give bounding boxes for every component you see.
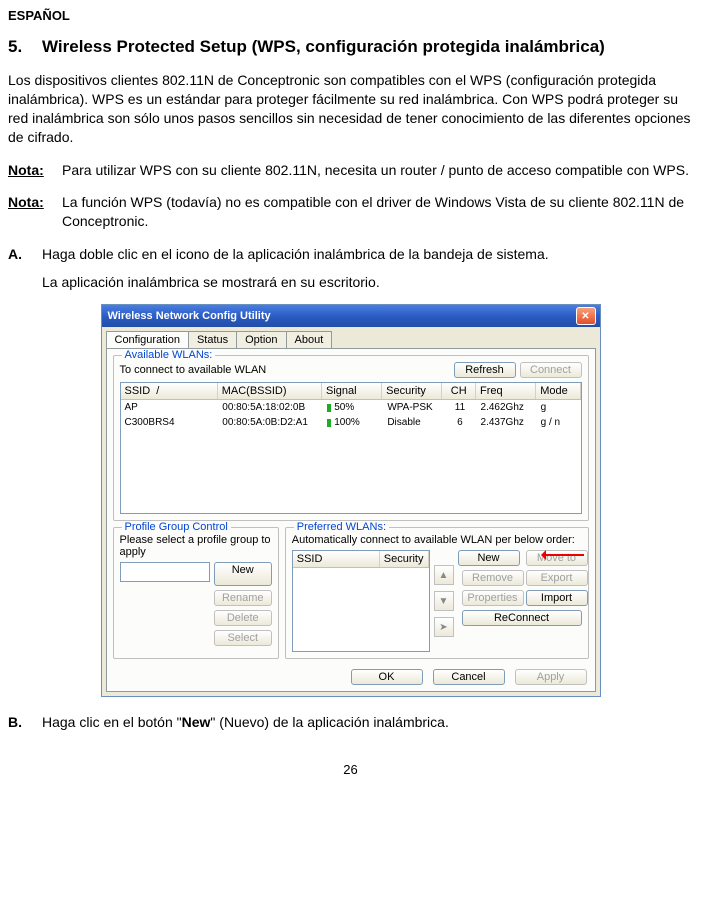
profile-rename-button[interactable]: Rename [214, 590, 272, 606]
tab-about[interactable]: About [286, 331, 333, 348]
step-a-label: A. [8, 245, 42, 264]
profile-delete-button[interactable]: Delete [214, 610, 272, 626]
cell-security: WPA-PSK [383, 401, 443, 414]
pref-col-security[interactable]: Security [380, 551, 429, 567]
close-icon[interactable]: ✕ [576, 307, 596, 325]
cell-signal: 50% [323, 401, 383, 414]
available-wlans-group: Available WLANs: To connect to available… [113, 355, 589, 521]
note-2: Nota: La función WPS (todavía) no es com… [8, 193, 693, 231]
cell-mac: 00:80:5A:0B:D2:A1 [218, 416, 323, 429]
cell-security: Disable [383, 416, 443, 429]
cancel-button[interactable]: Cancel [433, 669, 505, 685]
cell-ssid: C300BRS4 [121, 416, 219, 429]
tab-bar: Configuration Status Option About [102, 327, 600, 348]
step-b: B. Haga clic en el botón "New" (Nuevo) d… [8, 713, 693, 732]
cell-mac: 00:80:5A:18:02:0B [218, 401, 323, 414]
intro-paragraph: Los dispositivos clientes 802.11N de Con… [8, 71, 693, 147]
highlight-arrow-icon [544, 554, 584, 556]
available-wlans-legend: Available WLANs: [122, 349, 216, 361]
table-row[interactable]: AP 00:80:5A:18:02:0B 50% WPA-PSK 11 2.46… [121, 400, 581, 415]
note-label: Nota: [8, 161, 62, 180]
note-2-text: La función WPS (todavía) no es compatibl… [62, 193, 693, 231]
page-number: 26 [8, 762, 693, 777]
language-label: ESPAÑOL [8, 8, 693, 23]
step-a: A. Haga doble clic en el icono de la apl… [8, 245, 693, 264]
config-panel: Available WLANs: To connect to available… [106, 348, 596, 692]
preferred-list[interactable]: SSID Security [292, 550, 430, 652]
profile-select-button[interactable]: Select [214, 630, 272, 646]
preferred-wlans-group: Preferred WLANs: Automatically connect t… [285, 527, 589, 659]
preferred-buttons: New Move to Remove Export Properties Imp… [458, 550, 582, 652]
col-security[interactable]: Security [382, 383, 442, 399]
reorder-controls: ▲ ▼ ➤ [434, 550, 454, 652]
tab-option[interactable]: Option [236, 331, 286, 348]
screenshot-container: Wireless Network Config Utility ✕ Config… [8, 304, 693, 697]
pref-properties-button[interactable]: Properties [462, 590, 524, 606]
connect-button[interactable]: Connect [520, 362, 582, 378]
col-ch[interactable]: CH [442, 383, 476, 399]
pref-export-button[interactable]: Export [526, 570, 588, 586]
step-b-label: B. [8, 713, 42, 732]
note-1-text: Para utilizar WPS con su cliente 802.11N… [62, 161, 689, 180]
wireless-config-window: Wireless Network Config Utility ✕ Config… [101, 304, 601, 697]
cell-freq: 2.462Ghz [477, 401, 537, 414]
pref-new-button[interactable]: New [458, 550, 520, 566]
note-label: Nota: [8, 193, 62, 231]
tab-configuration[interactable]: Configuration [106, 331, 189, 348]
refresh-button[interactable]: Refresh [454, 362, 516, 378]
move-out-icon[interactable]: ➤ [434, 617, 454, 637]
step-a-text: Haga doble clic en el icono de la aplica… [42, 245, 549, 264]
signal-icon [327, 404, 331, 412]
table-header: SSID / MAC(BSSID) Signal Security CH Fre… [121, 383, 581, 400]
window-titlebar: Wireless Network Config Utility ✕ [102, 305, 600, 327]
section-heading: 5. Wireless Protected Setup (WPS, config… [8, 37, 693, 57]
profile-hint: Please select a profile group to apply [120, 534, 272, 558]
preferred-wlans-legend: Preferred WLANs: [294, 521, 389, 533]
col-signal[interactable]: Signal [322, 383, 382, 399]
pref-col-ssid[interactable]: SSID [293, 551, 380, 567]
apply-button[interactable]: Apply [515, 669, 587, 685]
profile-new-button[interactable]: New [214, 562, 272, 586]
col-mode[interactable]: Mode [536, 383, 580, 399]
section-number: 5. [8, 37, 42, 57]
note-1: Nota: Para utilizar WPS con su cliente 8… [8, 161, 693, 180]
cell-mode: g [537, 401, 581, 414]
col-mac[interactable]: MAC(BSSID) [218, 383, 322, 399]
cell-mode: g / n [537, 416, 581, 429]
profile-select[interactable] [120, 562, 210, 582]
col-ssid[interactable]: SSID / [121, 383, 218, 399]
signal-icon [327, 419, 331, 427]
cell-ssid: AP [121, 401, 219, 414]
col-freq[interactable]: Freq [476, 383, 536, 399]
step-b-text: Haga clic en el botón "New" (Nuevo) de l… [42, 713, 449, 732]
cell-ch: 11 [443, 401, 476, 414]
dialog-footer: OK Cancel Apply [113, 665, 589, 685]
table-row[interactable]: C300BRS4 00:80:5A:0B:D2:A1 100% Disable … [121, 415, 581, 430]
profile-group-legend: Profile Group Control [122, 521, 231, 533]
section-title: Wireless Protected Setup (WPS, configura… [42, 37, 605, 57]
cell-signal: 100% [323, 416, 383, 429]
cell-freq: 2.437Ghz [477, 416, 537, 429]
profile-group-control: Profile Group Control Please select a pr… [113, 527, 279, 659]
move-down-icon[interactable]: ▼ [434, 591, 454, 611]
cell-ch: 6 [443, 416, 476, 429]
pref-reconnect-button[interactable]: ReConnect [462, 610, 582, 626]
pref-remove-button[interactable]: Remove [462, 570, 524, 586]
ok-button[interactable]: OK [351, 669, 423, 685]
pref-import-button[interactable]: Import [526, 590, 588, 606]
available-wlans-table[interactable]: SSID / MAC(BSSID) Signal Security CH Fre… [120, 382, 582, 514]
available-hint: To connect to available WLAN [120, 364, 454, 376]
preferred-hint: Automatically connect to available WLAN … [292, 534, 582, 546]
move-up-icon[interactable]: ▲ [434, 565, 454, 585]
step-a-followup: La aplicación inalámbrica se mostrará en… [42, 274, 693, 290]
tab-status[interactable]: Status [188, 331, 237, 348]
window-title: Wireless Network Config Utility [108, 310, 576, 322]
